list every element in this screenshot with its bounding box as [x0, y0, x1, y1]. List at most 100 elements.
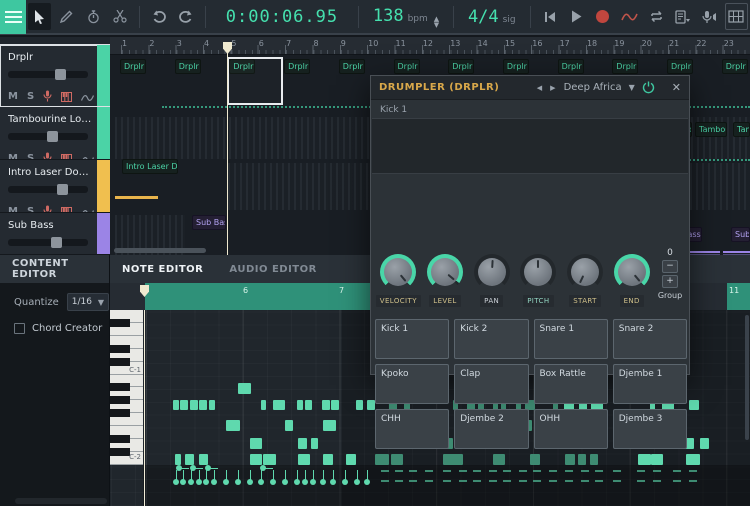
power-icon[interactable] — [642, 81, 655, 94]
solo-button[interactable]: S — [27, 206, 34, 212]
drum-pad-snare-2[interactable]: Snare 2 — [612, 319, 687, 359]
velocity-dot[interactable] — [188, 479, 194, 485]
midi-note[interactable] — [578, 454, 586, 465]
midi-note[interactable] — [565, 454, 575, 465]
midi-note[interactable] — [173, 400, 179, 410]
velocity-dot[interactable] — [282, 479, 288, 485]
drplr-clip[interactable]: Drplr — [284, 59, 311, 74]
velocity-dot[interactable] — [235, 479, 241, 485]
midi-note[interactable] — [590, 454, 598, 465]
midi-note[interactable] — [298, 438, 307, 449]
drplr-clip[interactable]: Drplr — [174, 59, 201, 74]
midi-note[interactable] — [209, 400, 215, 410]
mute-button[interactable]: M — [8, 206, 18, 212]
group-minus-button[interactable]: − — [662, 260, 678, 273]
midi-note[interactable] — [700, 438, 709, 449]
notation-menu-button[interactable] — [672, 3, 695, 30]
mic-icon[interactable] — [43, 87, 52, 106]
velocity-dot[interactable] — [302, 479, 308, 485]
stopwatch-tool-button[interactable] — [82, 3, 105, 30]
midi-note[interactable] — [175, 454, 181, 465]
drum-pad-snare-1[interactable]: Snare 1 — [533, 319, 608, 359]
midi-note[interactable] — [443, 454, 463, 465]
midi-note[interactable] — [367, 400, 375, 410]
velocity-dot[interactable] — [173, 479, 179, 485]
mic-icon[interactable] — [43, 202, 52, 212]
drplr-clip[interactable]: Drplr — [557, 59, 584, 74]
editor-v-scrollbar[interactable] — [745, 315, 749, 440]
midi-note[interactable] — [356, 400, 363, 410]
midi-note[interactable] — [190, 400, 198, 410]
drum-pad-djembe-2[interactable]: Djembe 2 — [454, 409, 529, 449]
sig-value[interactable]: 4/4 — [468, 7, 499, 27]
black-key[interactable] — [110, 435, 130, 444]
track-volume-handle[interactable] — [47, 131, 58, 142]
midi-note[interactable] — [263, 454, 276, 465]
track-header-sub-bass[interactable]: Sub BassMS — [0, 213, 110, 255]
subbass-clip[interactable]: Sub B — [731, 227, 750, 242]
velocity-dot[interactable] — [320, 479, 326, 485]
selected-clip-outline[interactable] — [227, 57, 284, 105]
group-plus-button[interactable]: + — [662, 275, 678, 288]
black-key[interactable] — [110, 357, 130, 366]
pointer-tool-button[interactable] — [28, 3, 52, 30]
arrange-h-scrollbar[interactable] — [114, 248, 206, 253]
instrument-icon[interactable] — [61, 87, 73, 106]
black-key[interactable] — [110, 396, 130, 405]
drplr-clip[interactable]: Drplr — [393, 59, 420, 74]
midi-note[interactable] — [226, 420, 240, 431]
automation-icon[interactable] — [81, 202, 95, 212]
automation-icon[interactable] — [81, 87, 95, 106]
midi-note[interactable] — [185, 454, 194, 465]
sample-waveform-display[interactable] — [372, 118, 688, 174]
black-key[interactable] — [110, 448, 130, 457]
scissors-tool-button[interactable] — [108, 3, 131, 30]
quantize-select[interactable]: 1/16 ▼ — [66, 293, 109, 311]
velocity-dot[interactable] — [203, 479, 209, 485]
automation-icon[interactable] — [81, 149, 95, 159]
midi-note[interactable] — [323, 420, 336, 431]
record-button[interactable] — [592, 3, 615, 30]
menu-button[interactable] — [0, 0, 27, 34]
instrument-icon[interactable] — [61, 202, 73, 212]
drum-pad-box-rattle[interactable]: Box Rattle — [533, 364, 608, 404]
tambourine-clip[interactable]: Tambou — [695, 122, 727, 137]
preset-name[interactable]: Deep Africa — [564, 82, 622, 93]
chord-creator-checkbox[interactable] — [14, 323, 25, 334]
midi-note[interactable] — [199, 454, 208, 465]
velocity-dot[interactable] — [247, 479, 253, 485]
velocity-dot[interactable] — [180, 479, 186, 485]
midi-note[interactable] — [689, 400, 699, 410]
solo-button[interactable]: S — [27, 153, 34, 159]
tab-note-editor[interactable]: NOTE EDITOR — [122, 264, 203, 275]
knob-control[interactable] — [518, 252, 558, 292]
knob-control[interactable] — [378, 252, 418, 292]
velocity-dot[interactable] — [270, 479, 276, 485]
undo-button[interactable] — [148, 3, 171, 30]
arrange-playhead[interactable] — [227, 42, 228, 255]
drplr-clip[interactable]: Drplr — [338, 59, 365, 74]
midi-note[interactable] — [686, 454, 700, 465]
midi-note[interactable] — [180, 400, 188, 410]
knob-control[interactable] — [565, 252, 605, 292]
drplr-clip[interactable]: Drplr — [721, 59, 748, 74]
track-volume-slider[interactable] — [8, 184, 88, 195]
instrument-panel-button[interactable] — [724, 3, 748, 30]
midi-note[interactable] — [331, 400, 339, 410]
preset-prev-icon[interactable]: ◀ — [537, 84, 543, 92]
velocity-dot[interactable] — [342, 479, 348, 485]
midi-note[interactable] — [305, 400, 312, 410]
track-header-drplr[interactable]: Drplr M S — [0, 44, 111, 108]
track-header-intro-laser-downl-[interactable]: Intro Laser Downl...MS — [0, 160, 110, 213]
drplr-clip[interactable]: Drplr — [120, 59, 146, 74]
drum-pad-chh[interactable]: CHH — [375, 409, 450, 449]
midi-note[interactable] — [493, 454, 505, 465]
knob-control[interactable] — [425, 252, 465, 292]
drum-pad-kick-1[interactable]: Kick 1 — [375, 319, 450, 359]
drum-pad-kick-2[interactable]: Kick 2 — [454, 319, 529, 359]
mic-icon[interactable] — [43, 149, 52, 159]
drum-pad-clap[interactable]: Clap — [454, 364, 529, 404]
bpm-stepper[interactable]: ▲ ▼ — [434, 15, 439, 28]
black-key[interactable] — [110, 344, 130, 353]
midi-note[interactable] — [530, 454, 540, 465]
